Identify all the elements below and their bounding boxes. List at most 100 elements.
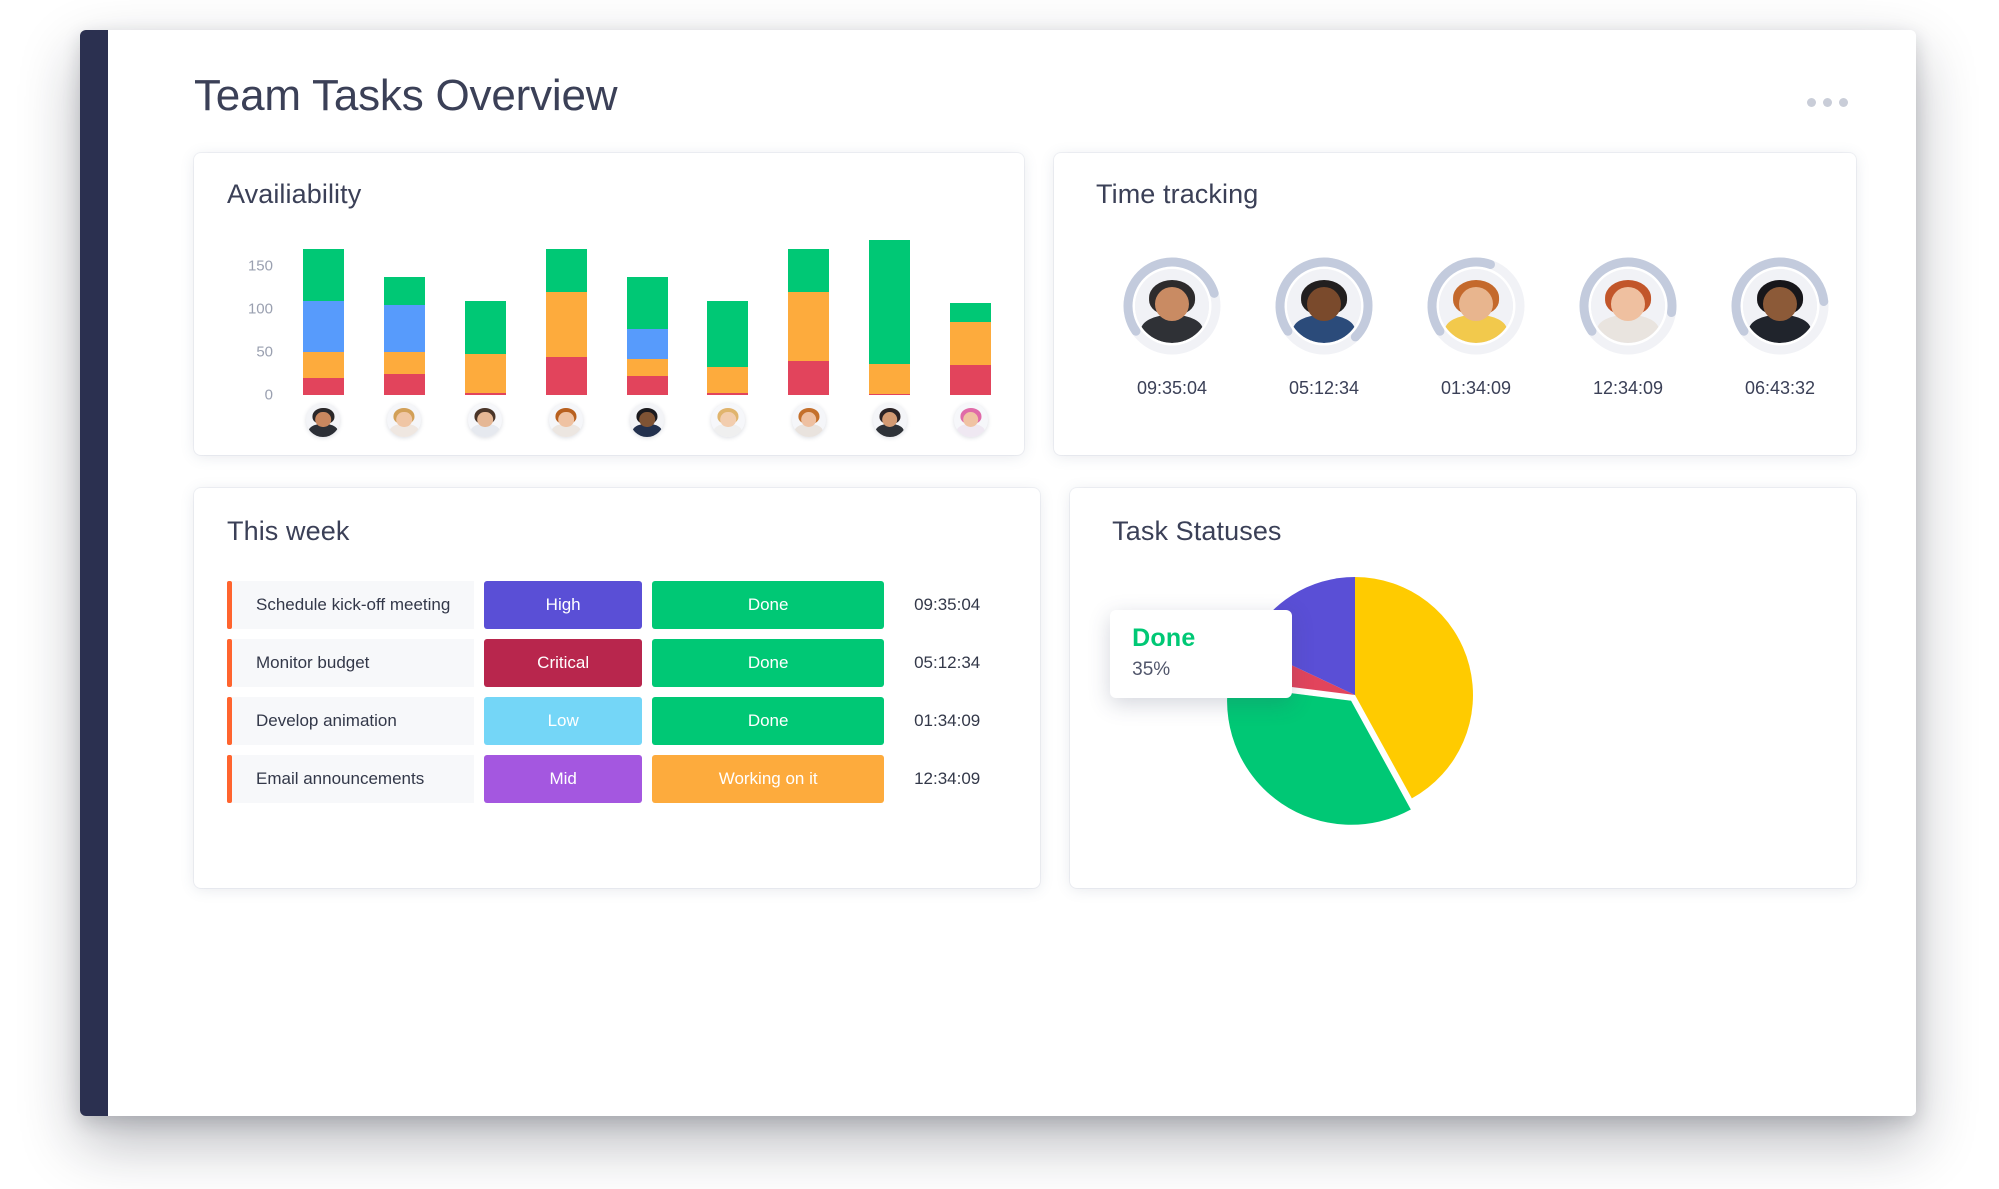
bar-segment-stuck [302,378,344,396]
task-name-cell[interactable]: Develop animation [232,697,475,746]
avatar [1135,269,1209,344]
task-table: Schedule kick-off meeting High Done 09:35:0… [227,581,1010,804]
bar-slot [687,300,768,396]
task-name-cell[interactable]: Email announcements [232,755,475,804]
task-statuses-card: Task Statuses Done 35% [1070,488,1856,889]
bar-segment-working-on-it [626,359,668,377]
time-tracker[interactable]: 05:12:34 [1248,256,1400,399]
dashboard-bottom-row: This week Schedule kick-off meeting High D… [194,488,1856,889]
screenshot-stage: Team Tasks Overview Availiability 0 50 100… [0,0,1999,1189]
table-row[interactable]: Develop animation Low Done 01:34:09 [227,697,1010,746]
availability-avatars [283,403,1011,438]
priority-badge[interactable]: Critical [484,639,643,688]
tracker-time: 06:43:32 [1744,378,1816,399]
bar-slot [526,249,607,396]
table-row[interactable]: Email announcements Mid Working on it 12:34… [227,755,1010,804]
avatar [468,403,503,438]
bar-segment-done [302,249,344,301]
avatar-slot [526,403,607,438]
availability-card: Availiability 0 50 100 150 [194,153,1024,456]
progress-ring [1578,256,1678,356]
stacked-bar[interactable] [464,300,506,396]
task-time-cell: 01:34:09 [914,711,981,731]
stacked-bar[interactable] [626,277,668,396]
stacked-bar[interactable] [788,249,830,396]
avatar-slot [849,403,930,438]
stacked-bar[interactable] [383,276,425,396]
time-tracker[interactable]: 06:43:32 [1704,256,1856,399]
priority-badge[interactable]: Low [484,697,643,746]
avatar [710,403,745,438]
status-badge[interactable]: Working on it [652,755,885,804]
time-tracker[interactable]: 01:34:09 [1400,256,1552,399]
bar-segment-working-on-it [950,322,992,366]
avatar [953,403,988,438]
task-name-cell[interactable]: Monitor budget [232,639,475,688]
stacked-bar[interactable] [545,249,587,396]
bar-segment-working-on-it [383,352,425,374]
bar-segment-done [464,300,506,355]
bar-segment-pending [383,305,425,353]
time-tracker[interactable]: 09:35:04 [1096,256,1248,399]
tracker-time: 01:34:09 [1440,378,1512,399]
avatar-slot [364,403,445,438]
task-name-cell[interactable]: Schedule kick-off meeting [232,581,475,630]
time-tracker[interactable]: 12:34:09 [1552,256,1704,399]
status-badge[interactable]: Done [652,697,885,746]
bar-segment-pending [626,329,668,360]
stacked-bar[interactable] [302,249,344,396]
tracker-avatar [1743,269,1817,344]
bar-segment-stuck [626,376,668,396]
time-tracking-card: Time tracking 09:35:04 05:12:34 01:34:09 12… [1054,153,1856,456]
task-time-cell: 05:12:34 [914,653,981,673]
bar-segment-stuck [464,392,506,396]
table-row[interactable]: Schedule kick-off meeting High Done 09:35:0… [227,581,1010,630]
status-badge[interactable]: Done [652,639,885,688]
bar-slot [607,277,688,396]
bar-slot [849,240,930,396]
avatar-slot [445,403,526,438]
kebab-menu-icon[interactable] [1807,98,1848,107]
task-time-cell: 12:34:09 [914,769,981,789]
stacked-bar[interactable] [950,303,992,396]
priority-badge[interactable]: Mid [484,755,643,804]
availability-chart: 0 50 100 150 [227,240,994,440]
window-side-rail [80,30,108,1116]
y-axis-tick: 0 [264,386,273,404]
avatar [549,403,584,438]
app-window: Team Tasks Overview Availiability 0 50 100… [80,30,1916,1116]
bar-segment-stuck [869,393,911,396]
bar-slot [364,276,445,396]
bar-segment-working-on-it [707,366,749,393]
priority-badge[interactable]: High [484,581,643,630]
avatar [306,403,341,438]
tracker-time: 09:35:04 [1136,378,1208,399]
task-time-cell: 09:35:04 [914,595,981,615]
tracker-time: 05:12:34 [1288,378,1360,399]
bar-segment-working-on-it [545,292,587,357]
progress-ring [1730,256,1830,356]
avatar-slot [768,403,849,438]
availability-card-title: Availiability [227,179,362,210]
pie-tooltip: Done 35% [1110,610,1293,699]
availability-bars [283,240,1011,396]
stacked-bar[interactable] [869,240,911,396]
avatar [791,403,826,438]
availability-y-axis: 0 50 100 150 [227,240,273,404]
task-statuses-card-title: Task Statuses [1112,516,1282,547]
bar-slot [445,300,526,396]
avatar [1287,269,1361,344]
bar-segment-working-on-it [869,363,911,394]
page-title: Team Tasks Overview [194,71,618,120]
y-axis-tick: 50 [256,343,273,361]
bar-segment-done [383,276,425,305]
y-axis-tick: 150 [247,257,273,275]
time-tracking-list: 09:35:04 05:12:34 01:34:09 12:34:09 06:43:32 [1096,256,1856,399]
pie-tooltip-value: 35% [1132,659,1171,681]
status-badge[interactable]: Done [652,581,885,630]
stacked-bar[interactable] [707,300,749,396]
tracker-avatar [1591,269,1665,344]
bar-slot [930,303,1011,396]
bar-slot [283,249,364,396]
table-row[interactable]: Monitor budget Critical Done 05:12:34 [227,639,1010,688]
